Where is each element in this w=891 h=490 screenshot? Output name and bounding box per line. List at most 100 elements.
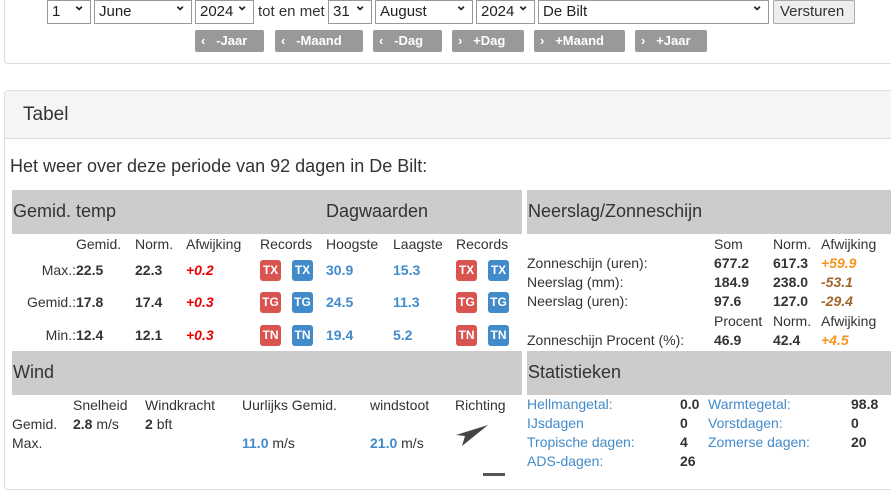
col-header: Records	[456, 236, 509, 252]
record-badge[interactable]: TX	[488, 260, 509, 281]
col-header: Som	[714, 236, 743, 252]
year-from-select[interactable]: 2024	[195, 0, 254, 24]
wind-speed: 2.8	[73, 416, 93, 432]
menu-icon[interactable]	[483, 473, 505, 476]
row-label: Max.:	[41, 262, 76, 278]
nav-label: -Jaar	[216, 33, 248, 48]
col-header: Richting	[455, 397, 506, 413]
wind-force: 2	[145, 416, 153, 432]
stat-link[interactable]: Hellmangetal:	[527, 396, 613, 412]
stat-link[interactable]: Zomerse dagen:	[708, 434, 810, 450]
col-header: Hoogste	[326, 236, 379, 252]
avg-value: 17.8	[76, 294, 104, 310]
row-label: Zonneschijn (uren):	[527, 255, 648, 271]
record-badge[interactable]: TG	[260, 292, 281, 313]
stat-link[interactable]: Tropische dagen:	[527, 434, 635, 450]
nav-label: +Maand	[555, 33, 604, 48]
station-value: De Bilt	[543, 3, 588, 20]
unit: m/s	[96, 416, 119, 432]
norm-value: 127.0	[773, 293, 809, 309]
col-header: Gemid.	[76, 236, 122, 252]
temp-section-header: Gemid. temp Dagwaarden	[12, 190, 522, 234]
next-year-button[interactable]: › +Jaar	[635, 30, 707, 52]
norm-value: 22.3	[135, 262, 163, 278]
day-to-select[interactable]: 31	[328, 0, 372, 24]
nav-label: +Dag	[473, 33, 506, 48]
month-to-select[interactable]: August	[375, 0, 473, 24]
unit: m/s	[272, 435, 295, 451]
col-header: Norm.	[773, 236, 812, 252]
nav-label: -Dag	[394, 33, 424, 48]
chevron-right-icon: ›	[641, 33, 646, 48]
col-header: Procent	[714, 313, 763, 329]
stat-value: 20	[851, 434, 867, 450]
row-label: Zonneschijn Procent (%):	[527, 332, 685, 348]
prev-year-button[interactable]: ‹ -Jaar	[195, 30, 264, 52]
page-heading: Het weer over deze periode van 92 dagen …	[10, 156, 428, 176]
tot-label: tot en met	[258, 3, 325, 20]
stats-section-header: Statistieken	[527, 351, 891, 395]
deviation: -29.4	[821, 293, 853, 309]
day-to-value: 31	[333, 3, 350, 20]
next-month-button[interactable]: › +Maand	[534, 30, 625, 52]
high-value: 19.4	[326, 327, 354, 343]
wind-direction-arrow-icon	[456, 425, 488, 446]
record-badge[interactable]: TN	[292, 325, 313, 346]
sum-value: 184.9	[714, 274, 750, 290]
record-badge[interactable]: TN	[488, 325, 509, 346]
neerslag-section-header: Neerslag/Zonneschijn	[527, 190, 891, 234]
deviation: +59.9	[821, 255, 857, 271]
stat-value: 0.0	[680, 396, 700, 412]
low-value: 5.2	[393, 327, 413, 343]
record-badge[interactable]: TN	[456, 325, 477, 346]
avg-value: 22.5	[76, 262, 104, 278]
col-header: Records	[260, 236, 313, 252]
nav-label: -Maand	[296, 33, 342, 48]
record-badge[interactable]: TX	[292, 260, 313, 281]
panel-title: Tabel	[23, 104, 69, 125]
high-value: 30.9	[326, 262, 354, 278]
neerslag-title: Neerslag/Zonneschijn	[528, 201, 703, 221]
stat-link[interactable]: IJsdagen	[527, 415, 584, 431]
day-from-value: 1	[52, 3, 61, 20]
wind-section-header: Wind	[12, 351, 522, 395]
col-header: Norm.	[135, 236, 174, 252]
record-badge[interactable]: TG	[292, 292, 313, 313]
row-label: Gemid.	[12, 416, 58, 432]
sum-value: 677.2	[714, 255, 750, 271]
submit-button[interactable]: Versturen	[773, 0, 855, 24]
month-from-select[interactable]: June	[94, 0, 192, 24]
station-select[interactable]: De Bilt	[538, 0, 769, 24]
chevron-right-icon: ›	[540, 33, 545, 48]
record-badge[interactable]: TX	[260, 260, 281, 281]
next-day-button[interactable]: › +Dag	[452, 30, 524, 52]
record-badge[interactable]: TN	[260, 325, 281, 346]
prev-month-button[interactable]: ‹ -Maand	[275, 30, 363, 52]
deviation: +0.3	[186, 294, 214, 310]
low-value: 15.3	[393, 262, 421, 278]
record-badge[interactable]: TX	[456, 260, 477, 281]
col-header: Norm.	[773, 313, 812, 329]
col-header: Afwijking	[821, 236, 877, 252]
stat-link[interactable]: Vorstdagen:	[708, 415, 783, 431]
high-value: 24.5	[326, 294, 354, 310]
wind-title: Wind	[13, 362, 55, 382]
deviation: +0.2	[186, 262, 214, 278]
row-label: Gemid.:	[26, 294, 76, 310]
year-to-select[interactable]: 2024	[476, 0, 535, 24]
col-header: Uurlijks Gemid.	[242, 397, 337, 413]
record-badge[interactable]: TG	[488, 292, 509, 313]
stat-link[interactable]: ADS-dagen:	[527, 453, 603, 469]
stat-link[interactable]: Warmtegetal:	[708, 396, 791, 412]
panel-header: Tabel	[5, 91, 891, 139]
prev-day-button[interactable]: ‹ -Dag	[373, 30, 442, 52]
month-to-value: August	[380, 3, 427, 20]
day-values-title: Dagwaarden	[326, 201, 429, 221]
avg-value: 12.4	[76, 327, 104, 343]
nav-label: +Jaar	[656, 33, 691, 48]
record-badge[interactable]: TG	[456, 292, 477, 313]
norm-value: 238.0	[773, 274, 809, 290]
day-from-select[interactable]: 1	[47, 0, 91, 24]
col-header: Windkracht	[145, 397, 216, 413]
chevron-right-icon: ›	[458, 33, 463, 48]
